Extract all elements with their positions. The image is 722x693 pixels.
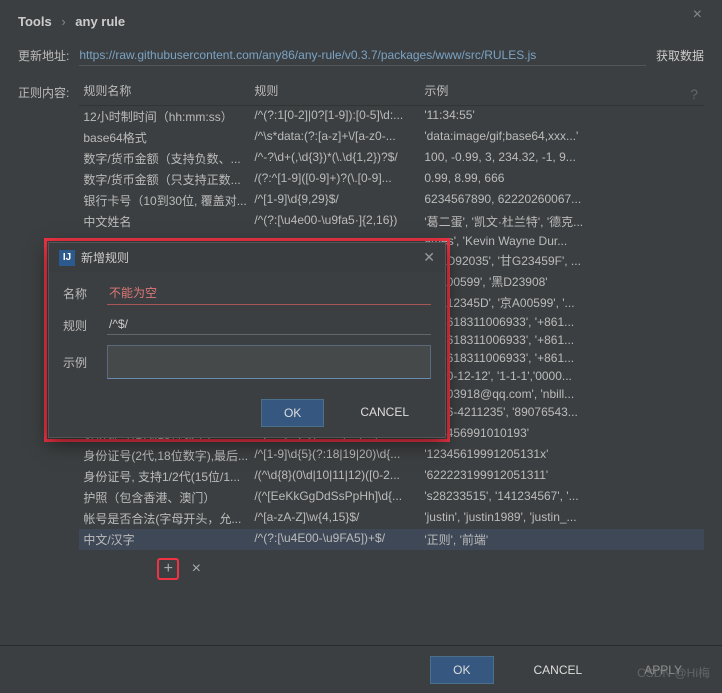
- cell-example: '123456991010193': [424, 426, 704, 443]
- cell-name: 护照（包含香港、澳门）: [79, 489, 254, 506]
- fetch-data-button[interactable]: 获取数据: [656, 47, 704, 64]
- cell-name: 身份证号(2代,18位数字),最后...: [79, 447, 254, 464]
- cell-rule: /^-?\d+(,\d{3})*(\.\d{1,2})?$/: [254, 150, 424, 167]
- cell-example: 0.99, 8.99, 666: [424, 171, 704, 188]
- cell-example: 100, -0.99, 3, 234.32, -1, 9...: [424, 150, 704, 167]
- cell-example: '京A00599', '黑D23908': [424, 273, 704, 290]
- update-url-label: 更新地址:: [18, 47, 69, 64]
- cell-example: '葛二蛋', '凯文·杜兰特', '德克...: [424, 213, 704, 230]
- dialog-name-label: 名称: [63, 285, 95, 302]
- table-row[interactable]: 数字/货币金额（支持负数、.../^-?\d+(,\d{3})*(\.\d{1,…: [79, 148, 704, 169]
- cell-rule: /^[1-9]\d{5}(?:18|19|20)\d{...: [254, 447, 424, 464]
- dialog-cancel-button[interactable]: CANCEL: [338, 399, 431, 427]
- table-row[interactable]: 12小时制时间（hh:mm:ss）/^(?:1[0-2]|0?[1-9]):[0…: [79, 106, 704, 127]
- footer: OK CANCEL APPLY: [0, 645, 722, 693]
- app-logo-icon: IJ: [59, 250, 75, 266]
- cell-rule: /(?:^[1-9]([0-9]+)?(\.[0-9]...: [254, 171, 424, 188]
- cell-example: '正则', '前端': [424, 531, 704, 548]
- dialog-name-input[interactable]: 不能为空: [107, 282, 431, 305]
- cell-rule: /^(?:[\u4e00-\u9fa5·]{2,16}): [254, 213, 424, 230]
- header-name[interactable]: 规则名称: [79, 82, 254, 99]
- table-toolbar: + ×: [79, 550, 704, 580]
- breadcrumb-leaf: any rule: [75, 14, 125, 29]
- dialog-close-icon[interactable]: ✕: [423, 249, 435, 266]
- cell-example: '008618311006933', '+861...: [424, 333, 704, 347]
- cell-rule: /^[a-zA-Z]\w{4,15}$/: [254, 510, 424, 527]
- dialog-example-textarea[interactable]: [107, 345, 431, 379]
- cell-rule: /^[1-9]\d{9,29}$/: [254, 192, 424, 209]
- cell-example: '12345619991205131x': [424, 447, 704, 464]
- cell-name: base64格式: [79, 129, 254, 146]
- ok-button[interactable]: OK: [430, 656, 493, 684]
- update-url-input[interactable]: https://raw.githubusercontent.com/any86/…: [79, 45, 646, 66]
- add-rule-dialog: IJ 新增规则 ✕ 名称 不能为空 规则 /^$/ 示例 OK CANCEL: [48, 242, 446, 438]
- header-rule[interactable]: 规则: [254, 82, 424, 99]
- cell-rule: /(^\d{8}(0\d|10|11|12)([0-2...: [254, 468, 424, 485]
- table-row[interactable]: 中文姓名/^(?:[\u4e00-\u9fa5·]{2,16})'葛二蛋', '…: [79, 211, 704, 232]
- cell-example: 'justin', 'justin1989', 'justin_...: [424, 510, 704, 527]
- table-header: 规则名称 规则 示例: [79, 78, 704, 106]
- watermark: CSDN @Hi梅: [637, 664, 710, 681]
- cell-example: 'data:image/gif;base64,xxx...': [424, 129, 704, 146]
- remove-rule-button[interactable]: ×: [185, 558, 207, 580]
- cell-example: '11:34:55': [424, 108, 704, 125]
- cell-example: '622223199912051311': [424, 468, 704, 485]
- cell-name: 身份证号, 支持1/2代(15位/1...: [79, 468, 254, 485]
- cancel-button[interactable]: CANCEL: [512, 657, 605, 683]
- cell-example: 's28233515', '141234567', '...: [424, 489, 704, 506]
- table-row[interactable]: 身份证号, 支持1/2代(15位/1.../(^\d{8}(0\d|10|11|…: [79, 466, 704, 487]
- breadcrumb: Tools › any rule: [0, 0, 722, 39]
- cell-rule: /^(?:[\u4E00-\u9FA5])+$/: [254, 531, 424, 548]
- cell-name: 数字/货币金额（支持负数、...: [79, 150, 254, 167]
- cell-example: 6234567890, 62220260067...: [424, 192, 704, 209]
- header-example[interactable]: 示例: [424, 82, 704, 99]
- cell-name: 12小时制时间（hh:mm:ss）: [79, 108, 254, 125]
- dialog-rule-input[interactable]: /^$/: [107, 315, 431, 335]
- table-row[interactable]: 中文/汉字/^(?:[\u4E00-\u9FA5])+$/'正则', '前端': [79, 529, 704, 550]
- dialog-rule-label: 规则: [63, 317, 95, 334]
- chevron-right-icon: ›: [61, 14, 65, 29]
- cell-rule: /^\s*data:(?:[a-z]+\/[a-z0-...: [254, 129, 424, 146]
- dialog-title: 新增规则: [81, 249, 129, 266]
- cell-example: '0936-4211235', '89076543...: [424, 405, 704, 422]
- cell-example: '京A12345D', '京A00599', '...: [424, 294, 704, 311]
- cell-example: '008618311006933', '+861...: [424, 351, 704, 365]
- add-rule-button[interactable]: +: [157, 558, 179, 580]
- cell-name: 银行卡号（10到30位, 覆盖对...: [79, 192, 254, 209]
- table-row[interactable]: 银行卡号（10到30位, 覆盖对.../^[1-9]\d{9,29}$/6234…: [79, 190, 704, 211]
- cell-name: 中文姓名: [79, 213, 254, 230]
- dialog-example-label: 示例: [63, 354, 95, 371]
- cell-name: 中文/汉字: [79, 531, 254, 548]
- cell-rule: /^(?:1[0-2]|0?[1-9]):[0-5]\d:...: [254, 108, 424, 125]
- cell-name: 帐号是否合法(字母开头，允...: [79, 510, 254, 527]
- dialog-ok-button[interactable]: OK: [261, 399, 324, 427]
- cell-example: '1990-12-12', '1-1-1','0000...: [424, 369, 704, 383]
- table-row[interactable]: base64格式/^\s*data:(?:[a-z]+\/[a-z0-...'d…: [79, 127, 704, 148]
- cell-example: '90203918@qq.com', 'nbill...: [424, 387, 704, 401]
- breadcrumb-root[interactable]: Tools: [18, 14, 52, 29]
- window-close-icon[interactable]: ×: [693, 6, 702, 24]
- table-row[interactable]: 帐号是否合法(字母开头，允.../^[a-zA-Z]\w{4,15}$/'jus…: [79, 508, 704, 529]
- cell-example: '京AD92035', '甘G23459F', ...: [424, 252, 704, 269]
- table-row[interactable]: 身份证号(2代,18位数字),最后.../^[1-9]\d{5}(?:18|19…: [79, 445, 704, 466]
- cell-rule: /(^[EeKkGgDdSsPpHh]\d{...: [254, 489, 424, 506]
- table-row[interactable]: 数字/货币金额（只支持正数.../(?:^[1-9]([0-9]+)?(\.[0…: [79, 169, 704, 190]
- cell-example: ames', 'Kevin Wayne Dur...: [424, 234, 704, 248]
- help-icon[interactable]: ?: [690, 86, 698, 102]
- table-row[interactable]: 护照（包含香港、澳门）/(^[EeKkGgDdSsPpHh]\d{...'s28…: [79, 487, 704, 508]
- cell-name: 数字/货币金额（只支持正数...: [79, 171, 254, 188]
- cell-example: '008618311006933', '+861...: [424, 315, 704, 329]
